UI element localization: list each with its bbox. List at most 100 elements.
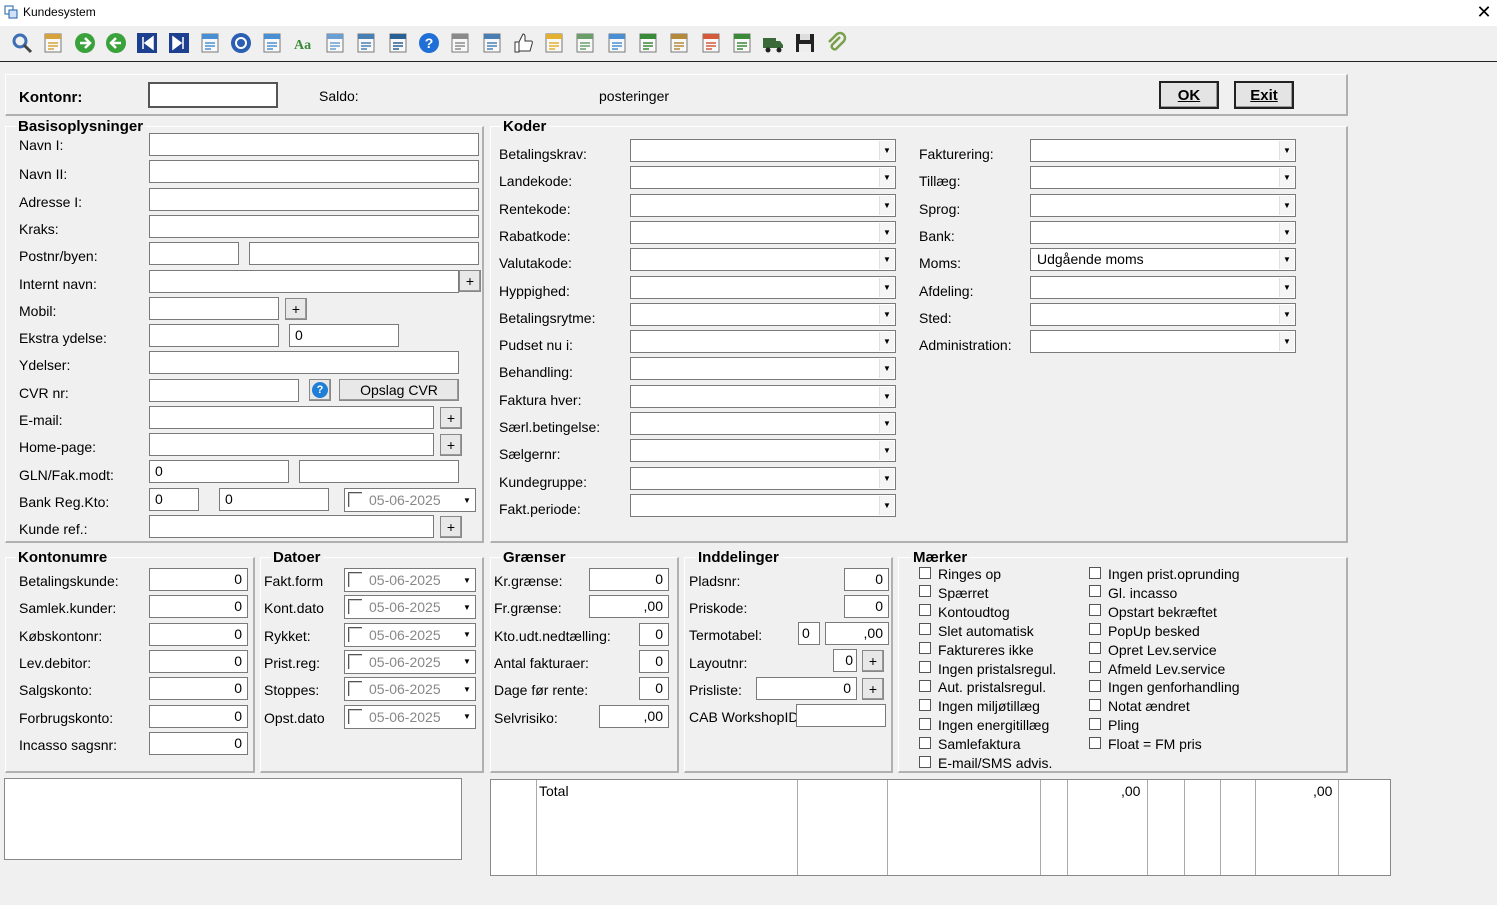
bank-date-checkbox[interactable] [348,492,362,507]
toolbar-save-icon[interactable] [792,30,818,56]
toolbar-window-icon[interactable] [698,30,724,56]
layoutnr-input[interactable]: 0 [833,649,857,672]
maerker-checkbox2-9[interactable]: Float = FM pris [1089,736,1202,752]
graenser-input-1[interactable]: ,00 [589,595,669,619]
maerker-checkbox2-box-2[interactable] [1089,604,1101,617]
fak-modt-input[interactable] [299,460,459,483]
koder-select-8[interactable]: ▼ [630,357,896,381]
toolbar-first-record-icon[interactable] [134,30,160,56]
kontonr-input[interactable] [148,82,278,108]
toolbar-target-icon[interactable] [228,30,254,56]
koder-select-6[interactable]: ▼ [630,302,896,326]
maerker-checkbox-box-3[interactable] [919,623,931,636]
toolbar-last-record-icon[interactable] [166,30,192,56]
maerker-checkbox-4[interactable]: Faktureres ikke [919,642,1034,658]
internt-navn-plus-button[interactable]: + [459,270,481,292]
koder-select-1[interactable]: ▼ [630,166,896,190]
toolbar-help-icon[interactable]: ? [416,30,442,56]
priskode-input[interactable]: 0 [844,595,889,618]
opslag-cvr-button[interactable]: Opslag CVR [339,379,459,401]
koder-select-11[interactable]: ▼ [630,439,896,463]
cvr-help-button[interactable]: ? [309,379,331,401]
koder-select-9[interactable]: ▼ [630,384,896,408]
koder-right-select-2[interactable]: ▼ [1030,193,1296,217]
maerker-checkbox-box-6[interactable] [919,679,931,692]
maerker-checkbox2-box-1[interactable] [1089,585,1101,598]
koder-select-12[interactable]: ▼ [630,466,896,490]
maerker-checkbox2-box-4[interactable] [1089,642,1101,655]
adresse-input[interactable] [149,188,479,211]
termotabel-b-input[interactable]: ,00 [825,622,889,645]
kontonumre-input-4[interactable]: 0 [149,677,248,701]
maerker-checkbox-2[interactable]: Kontoudtog [919,604,1010,620]
ekstra-ydelse-input[interactable] [149,324,279,347]
datoer-picker-0[interactable]: 05-06-2025 ▼ [344,568,476,592]
graenser-input-3[interactable]: 0 [639,649,669,673]
kunderef-input[interactable] [149,515,434,538]
close-icon[interactable]: ✕ [1473,1,1495,23]
koder-select-0[interactable]: ▼ [630,139,896,162]
toolbar-thumbs-up-icon[interactable] [510,30,536,56]
koder-right-select-4[interactable]: Udgående moms ▼ [1030,248,1296,272]
koder-select-2[interactable]: ▼ [630,193,896,217]
graenser-input-4[interactable]: 0 [639,677,669,701]
cab-workshop-input[interactable] [796,704,886,727]
maerker-checkbox2-box-7[interactable] [1089,698,1101,711]
maerker-checkbox-box-9[interactable] [919,736,931,749]
datoer-checkbox-3[interactable] [348,653,362,669]
toolbar-sheet-icon[interactable] [572,30,598,56]
datoer-picker-1[interactable]: 05-06-2025 ▼ [344,595,476,620]
maerker-checkbox-0[interactable]: Ringes op [919,566,1001,582]
maerker-checkbox-10[interactable]: E-mail/SMS advis. [919,755,1052,771]
koder-select-13[interactable]: ▼ [630,493,896,517]
toolbar-edit-note-icon[interactable] [40,30,66,56]
notes-textarea[interactable] [4,778,462,860]
koder-right-select-0[interactable]: ▼ [1030,139,1296,162]
toolbar-report-icon[interactable] [635,30,661,56]
toolbar-document-icon[interactable] [447,30,473,56]
toolbar-edit-list-icon[interactable] [666,30,692,56]
toolbar-search-icon[interactable] [9,30,35,56]
koder-select-4[interactable]: ▼ [630,248,896,272]
layoutnr-plus-button[interactable]: + [862,650,884,672]
maerker-checkbox2-1[interactable]: Gl. incasso [1089,585,1177,601]
koder-right-select-5[interactable]: ▼ [1030,275,1296,299]
toolbar-copy-icon[interactable] [322,30,348,56]
gln-input[interactable]: 0 [149,460,289,483]
termotabel-a-input[interactable]: 0 [798,622,820,645]
by-input[interactable] [249,242,479,265]
graenser-input-0[interactable]: 0 [589,568,669,591]
koder-select-10[interactable]: ▼ [630,412,896,435]
toolbar-chart-icon[interactable] [604,30,630,56]
maerker-checkbox2-box-3[interactable] [1089,623,1101,636]
maerker-checkbox2-0[interactable]: Ingen prist.oprunding [1089,566,1240,582]
maerker-checkbox-box-10[interactable] [919,755,931,768]
maerker-checkbox2-7[interactable]: Notat ændret [1089,698,1190,714]
datoer-picker-2[interactable]: 05-06-2025 ▼ [344,622,476,647]
datoer-checkbox-1[interactable] [348,599,362,615]
graenser-input-2[interactable]: 0 [639,622,669,646]
datoer-checkbox-0[interactable] [348,572,362,587]
maerker-checkbox-6[interactable]: Aut. pristalsregul. [919,679,1046,695]
kontonumre-input-6[interactable]: 0 [149,731,248,755]
maerker-checkbox-7[interactable]: Ingen miljøtillæg [919,698,1040,714]
datoer-checkbox-2[interactable] [348,626,362,642]
kraks-input[interactable] [149,215,479,238]
maerker-checkbox-3[interactable]: Slet automatisk [919,623,1034,639]
maerker-checkbox-1[interactable]: Spærret [919,585,989,601]
maerker-checkbox2-box-8[interactable] [1089,717,1101,730]
koder-right-select-6[interactable]: ▼ [1030,302,1296,326]
toolbar-transfer-icon[interactable] [353,30,379,56]
maerker-checkbox-box-2[interactable] [919,604,931,617]
datoer-checkbox-4[interactable] [348,681,362,697]
homepage-plus-button[interactable]: + [440,434,462,456]
homepage-input[interactable] [149,433,434,456]
cvr-input[interactable] [149,379,299,402]
navn1-input[interactable] [149,133,479,156]
kontonumre-input-3[interactable]: 0 [149,649,248,673]
maerker-checkbox2-2[interactable]: Opstart bekræftet [1089,604,1217,620]
toolbar-calendar-icon[interactable] [259,30,285,56]
datoer-picker-5[interactable]: 05-06-2025 ▼ [344,704,476,729]
toolbar-font-icon[interactable]: Aa [291,30,317,56]
maerker-checkbox-box-0[interactable] [919,566,931,579]
